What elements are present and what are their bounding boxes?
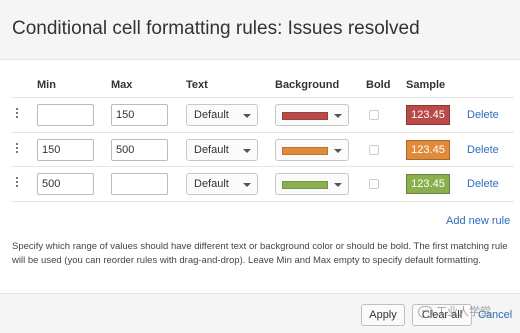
column-header-bold: Bold [366,79,391,91]
drag-handle-icon[interactable] [14,108,20,122]
color-swatch [282,181,328,189]
bold-checkbox[interactable] [369,145,379,155]
column-header-max: Max [111,79,133,91]
chevron-down-icon [243,183,251,187]
chevron-down-icon [334,114,342,118]
sample-preview: 123.45 [406,140,450,160]
min-input[interactable] [37,173,94,195]
chevron-down-icon [334,183,342,187]
column-header-sample: Sample [406,79,446,91]
delete-rule-link[interactable]: Delete [467,144,499,156]
delete-rule-link[interactable]: Delete [467,109,499,121]
text-style-value: Default [194,178,229,190]
add-new-rule-link[interactable]: Add new rule [446,215,510,227]
sample-preview: 123.45 [406,174,450,194]
chevron-down-icon [334,149,342,153]
delete-rule-link[interactable]: Delete [467,178,499,190]
drag-handle-icon[interactable] [14,177,20,191]
chat-bubble-icon [418,306,433,319]
text-style-value: Default [194,109,229,121]
rule-row: Default 123.45 Delete [11,167,514,201]
chevron-down-icon [243,149,251,153]
color-swatch [282,112,328,120]
dialog-header: Conditional cell formatting rules: Issue… [0,0,520,60]
help-description: Specify which range of values should hav… [12,241,508,266]
sample-preview: 123.45 [406,105,450,125]
min-input[interactable] [37,104,94,126]
background-color-select[interactable] [275,139,349,161]
background-color-select[interactable] [275,173,349,195]
max-input[interactable] [111,139,168,161]
rule-row: Default 123.45 Delete [11,98,514,132]
column-header-min: Min [37,79,56,91]
bold-checkbox[interactable] [369,179,379,189]
color-swatch [282,147,328,155]
apply-button[interactable]: Apply [361,304,405,326]
min-input[interactable] [37,139,94,161]
column-header-text: Text [186,79,208,91]
chevron-down-icon [243,114,251,118]
text-style-select[interactable]: Default [186,139,258,161]
watermark-text: 工业人学堂 [436,306,491,318]
background-color-select[interactable] [275,104,349,126]
watermark: 工业人学堂 [418,303,491,321]
column-header-background: Background [275,79,340,91]
drag-handle-icon[interactable] [14,143,20,157]
max-input[interactable] [111,104,168,126]
rule-row: Default 123.45 Delete [11,133,514,167]
text-style-select[interactable]: Default [186,104,258,126]
bold-checkbox[interactable] [369,110,379,120]
text-style-select[interactable]: Default [186,173,258,195]
conditional-formatting-dialog: Conditional cell formatting rules: Issue… [0,0,520,333]
text-style-value: Default [194,144,229,156]
max-input[interactable] [111,173,168,195]
row-divider [11,201,514,202]
dialog-title: Conditional cell formatting rules: Issue… [12,18,420,39]
